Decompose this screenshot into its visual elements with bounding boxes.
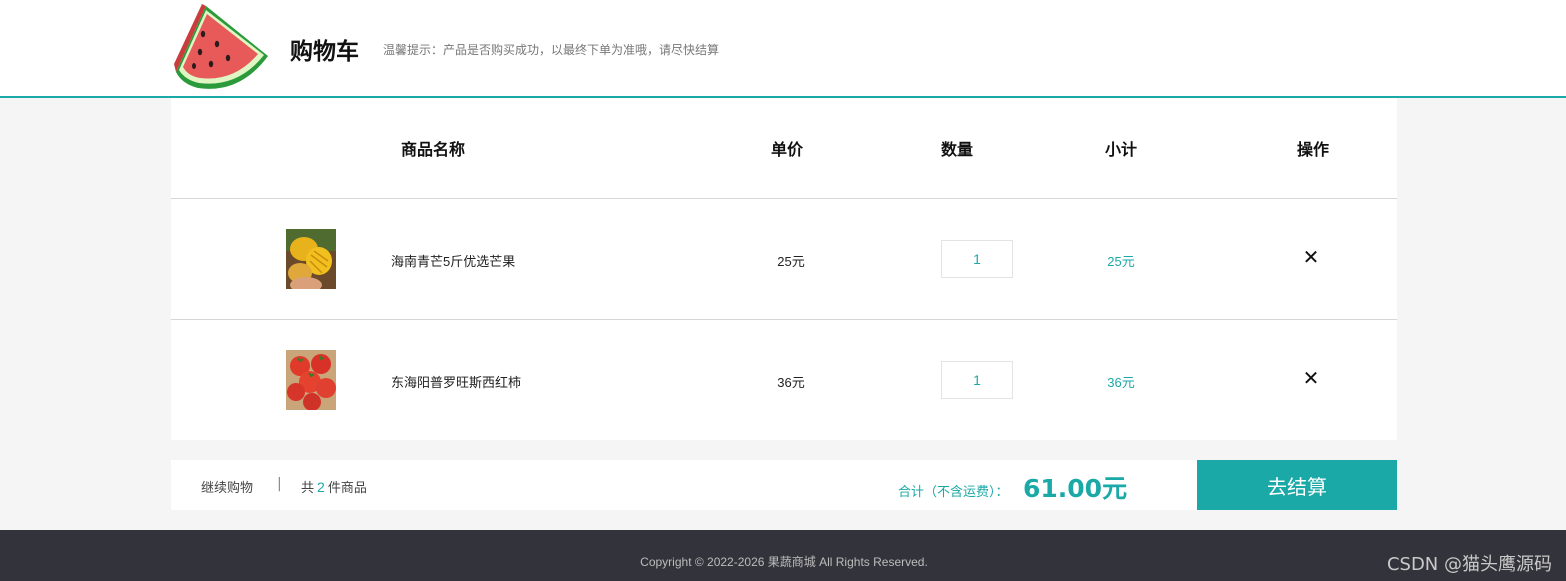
product-name[interactable]: 东海阳普罗旺斯西红柿 <box>391 372 521 391</box>
watermelon-icon <box>174 4 268 89</box>
tip-text: 温馨提示：产品是否购买成功，以最终下单为准哦，请尽快结算 <box>383 43 720 57</box>
header: 购物车 温馨提示：产品是否购买成功，以最终下单为准哦，请尽快结算 <box>0 0 1566 98</box>
subtotal: 36元 <box>1107 375 1135 390</box>
watermark: CSDN @猫头鹰源码 <box>1386 554 1552 575</box>
tomato-image[interactable] <box>286 350 336 410</box>
divider: | <box>277 476 282 492</box>
unit-price: 25元 <box>777 254 805 269</box>
column-product-name: 商品名称 <box>400 140 466 159</box>
site-footer: Copyright © 2022-2026 果蔬商城 All Rights Re… <box>0 530 1566 581</box>
count-number: 2 <box>317 479 325 495</box>
page-title: 购物车 <box>290 39 359 65</box>
cart-table: 商品名称 单价 数量 小计 操作 海南青芒5斤优选芒果 25元 25元 ✕ <box>171 98 1397 440</box>
total-label: 合计（不含运费）： <box>898 484 1009 499</box>
column-unit-price: 单价 <box>770 140 804 159</box>
column-actions: 操作 <box>1296 140 1330 159</box>
unit-price: 36元 <box>777 375 805 390</box>
subtotal: 25元 <box>1107 254 1135 269</box>
table-row: 海南青芒5斤优选芒果 25元 25元 ✕ <box>171 199 1397 320</box>
mango-image[interactable] <box>286 229 336 289</box>
column-subtotal: 小计 <box>1104 140 1138 159</box>
product-name[interactable]: 海南青芒5斤优选芒果 <box>391 251 515 270</box>
cart-summary-bar: 继续购物 | 共 2 件商品 合计（不含运费）： 61.00元 去结算 <box>171 460 1397 510</box>
checkout-button[interactable]: 去结算 <box>1197 460 1397 510</box>
copyright-text: Copyright © 2022-2026 果蔬商城 All Rights Re… <box>640 555 928 569</box>
continue-shopping-link[interactable]: 继续购物 <box>201 477 253 496</box>
count-suffix: 件商品 <box>327 480 367 495</box>
total-value: 61.00元 <box>1023 474 1128 503</box>
quantity-input[interactable] <box>941 361 1013 399</box>
close-icon[interactable]: ✕ <box>1300 367 1322 389</box>
column-quantity: 数量 <box>940 140 974 159</box>
count-prefix: 共 <box>301 480 315 495</box>
close-icon[interactable]: ✕ <box>1300 246 1322 268</box>
item-count: 共 2 件商品 <box>301 477 367 496</box>
table-header: 商品名称 单价 数量 小计 操作 <box>171 98 1397 199</box>
table-row: 东海阳普罗旺斯西红柿 36元 36元 ✕ <box>171 320 1397 441</box>
quantity-input[interactable] <box>941 240 1013 278</box>
